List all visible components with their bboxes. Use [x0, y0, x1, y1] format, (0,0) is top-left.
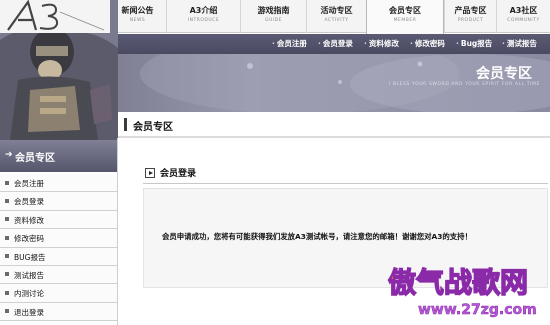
nav-item-product[interactable]: 产品专区 PRODUCT	[444, 0, 496, 33]
sidebar-item-register[interactable]: 会员注册	[0, 174, 118, 193]
subnav-test-report-link[interactable]: 测试报告	[502, 38, 537, 49]
bullet-icon	[5, 254, 9, 259]
bullet-icon	[5, 180, 9, 185]
subnav-login-link[interactable]: 会员登录	[318, 38, 353, 49]
bullet-icon	[5, 217, 9, 222]
nav-sublabel: MEMBER	[393, 18, 417, 23]
banner-slogan: I BLESS YOUR SWORD AND YOUR SPIRIT FOR A…	[388, 82, 540, 87]
bullet-icon	[5, 272, 9, 277]
arrow-right-icon: ➔	[5, 150, 13, 160]
bullet-icon	[5, 309, 9, 314]
subnav-password-link[interactable]: 修改密码	[410, 38, 445, 49]
sidebar-item-label: 资料修改	[14, 215, 44, 225]
sidebar-menu: 会员注册 会员登录 资料修改 修改密码 BUG报告 测试报告 内测讨论 退出登录	[0, 174, 118, 322]
subnav-register-link[interactable]: 会员注册	[272, 38, 307, 49]
sidebar-item-bug-report[interactable]: BUG报告	[0, 247, 118, 266]
nav-sublabel: ACTIVITY	[324, 18, 349, 23]
sidebar-item-label: BUG报告	[14, 252, 46, 262]
play-icon	[145, 168, 155, 178]
sidebar-title: 会员专区	[15, 153, 55, 164]
sidebar-item-logout[interactable]: 退出登录	[0, 302, 118, 322]
sidebar-header: ➔ 会员专区	[0, 140, 118, 172]
sidebar-item-label: 退出登录	[14, 307, 44, 317]
divider	[143, 183, 548, 184]
nav-sublabel: INTRODUCE	[187, 18, 220, 23]
nav-sublabel: PRODUCT	[457, 18, 484, 23]
nav-item-member[interactable]: 会员专区 MEMBER	[366, 0, 444, 35]
bullet-icon	[5, 290, 9, 295]
bullet-icon	[5, 235, 9, 240]
nav-label: 游戏指南	[257, 6, 290, 15]
sidebar-item-label: 会员注册	[14, 179, 44, 188]
sidebar-item-label: 测试报告	[14, 270, 44, 280]
sidebar-item-profile[interactable]: 资料修改	[0, 210, 118, 230]
nav-item-activity[interactable]: 活动专区 ACTIVITY	[306, 0, 366, 33]
site-watermark: 傲气战歌网 www.27zg.com	[387, 265, 537, 318]
sidebar-item-label: 修改密码	[14, 234, 44, 244]
sidebar-item-login[interactable]: 会员登录	[0, 192, 118, 211]
nav-label: 活动专区	[320, 6, 353, 15]
section-marker	[124, 118, 127, 131]
nav-item-introduce[interactable]: A3介绍 INTRODUCE	[166, 0, 240, 33]
watermark-url: www.27zg.com	[418, 302, 537, 318]
nav-item-community[interactable]: A3社区 COMMUNITY	[496, 0, 550, 33]
login-panel-title: 会员登录	[160, 169, 197, 179]
login-panel-header: 会员登录	[143, 165, 543, 181]
sidebar-item-password[interactable]: 修改密码	[0, 229, 118, 248]
subnav-bug-report-link[interactable]: Bug报告	[456, 38, 492, 49]
nav-item-guide[interactable]: 游戏指南 GUIDE	[240, 0, 306, 33]
nav-label: 会员专区	[389, 6, 421, 15]
nav-sublabel: GUIDE	[265, 18, 282, 23]
sidebar-item-test-report[interactable]: 测试报告	[0, 265, 118, 285]
watermark-title: 傲气战歌网	[388, 266, 528, 299]
sidebar-divider	[117, 138, 118, 325]
section-title: 会员专区	[133, 122, 173, 133]
member-subnav: 会员注册 会员登录 资料修改 修改密码 Bug报告 测试报告	[100, 34, 550, 54]
a3-logo-mark	[0, 0, 110, 33]
subnav-profile-link[interactable]: 资料修改	[364, 38, 399, 49]
a3-logo[interactable]	[0, 0, 110, 33]
nav-label: 产品专区	[454, 6, 487, 15]
sidebar-item-label: 会员登录	[14, 197, 44, 207]
bullet-icon	[5, 198, 9, 203]
registration-success-message: 会员申请成功，您将有可能获得我们发放A3测试帐号，请注意您的邮箱！谢谢您对A3的…	[162, 232, 472, 241]
nav-sublabel: COMMUNITY	[507, 18, 540, 23]
banner-title: 会员专区	[476, 66, 532, 82]
sidebar-item-label: 内测讨论	[14, 289, 44, 299]
section-header: 会员专区	[118, 112, 550, 138]
sidebar-item-beta-discussion[interactable]: 内测讨论	[0, 284, 118, 303]
nav-label: A3介绍	[189, 6, 218, 15]
nav-label: A3社区	[509, 6, 538, 15]
